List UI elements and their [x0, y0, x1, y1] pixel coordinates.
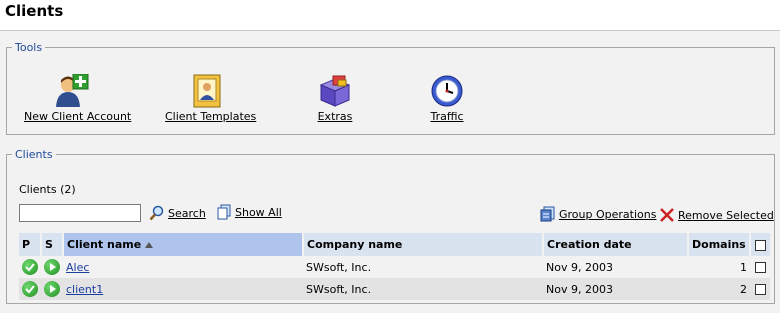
client-name-cell: Alec	[63, 256, 303, 278]
column-header-select-all	[750, 233, 770, 256]
column-header-creation-date[interactable]: Creation date	[543, 233, 689, 256]
play-icon[interactable]	[44, 259, 60, 275]
clients-table: P S Client name Company name Creation da…	[19, 233, 770, 300]
table-header-row: P S Client name Company name Creation da…	[19, 233, 770, 256]
clients-panel: Clients Clients (2) Search Show All Grou…	[6, 148, 775, 304]
new-client-account-button[interactable]: New Client Account	[24, 74, 132, 123]
problem-status-cell	[19, 278, 41, 300]
column-header-s[interactable]: S	[41, 233, 64, 256]
group-operations-label: Group Operations	[559, 207, 657, 221]
remove-selected-label: Remove Selected	[678, 208, 774, 222]
column-header-p[interactable]: P	[19, 233, 42, 256]
select-all-checkbox[interactable]	[755, 239, 766, 251]
table-row: Alec SWsoft, Inc. Nov 9, 2003 1	[19, 256, 770, 278]
problem-status-cell	[19, 256, 41, 278]
client-name-header-label: Client name	[67, 238, 142, 251]
remove-icon	[660, 208, 674, 222]
client-templates-label: Client Templates	[165, 110, 257, 123]
add-user-icon	[56, 74, 89, 107]
remove-selected-button[interactable]: Remove Selected	[659, 207, 774, 223]
company-name-cell: SWsoft, Inc.	[303, 256, 543, 278]
client-name-cell: client1	[63, 278, 303, 300]
creation-date-cell: Nov 9, 2003	[543, 278, 688, 300]
search-icon	[149, 205, 164, 221]
row-checkbox[interactable]	[754, 262, 766, 273]
row-checkbox[interactable]	[754, 284, 766, 295]
new-client-account-label: New Client Account	[24, 110, 132, 123]
check-icon	[22, 281, 38, 297]
select-cell	[750, 256, 770, 278]
company-name-cell: SWsoft, Inc.	[303, 278, 543, 300]
select-cell	[750, 278, 770, 300]
play-icon[interactable]	[44, 281, 60, 297]
tools-legend: Tools	[15, 41, 43, 54]
clients-count: Clients (2)	[19, 183, 76, 196]
domains-cell: 2	[688, 278, 750, 300]
extras-button[interactable]: Extras	[315, 74, 355, 123]
clock-icon	[431, 75, 463, 107]
client-name-link[interactable]: client1	[66, 283, 103, 296]
status-cell	[41, 278, 63, 300]
search-input[interactable]	[19, 204, 141, 222]
traffic-label: Traffic	[430, 110, 464, 123]
column-header-domains[interactable]: Domains	[688, 233, 751, 256]
show-all-label: Show All	[235, 205, 282, 219]
extras-label: Extras	[317, 110, 353, 123]
box-icon	[319, 75, 351, 107]
tools-panel: Tools New Client Account Client Template…	[6, 41, 775, 135]
column-header-company-name[interactable]: Company name	[303, 233, 544, 256]
template-icon	[193, 74, 221, 108]
group-operations-button[interactable]: Group Operations	[540, 206, 656, 222]
client-name-link[interactable]: Alec	[66, 261, 89, 274]
check-icon	[22, 259, 38, 275]
page-title: Clients	[5, 2, 64, 20]
domains-cell: 1	[688, 256, 750, 278]
show-all-icon	[217, 204, 231, 220]
status-cell	[41, 256, 63, 278]
column-header-client-name[interactable]: Client name	[63, 233, 304, 256]
page-header: Clients	[0, 0, 780, 31]
sort-ascending-icon	[145, 242, 154, 248]
search-label: Search	[168, 206, 206, 220]
search-button[interactable]: Search	[149, 205, 206, 221]
creation-date-cell: Nov 9, 2003	[543, 256, 688, 278]
traffic-button[interactable]: Traffic	[427, 74, 467, 123]
table-row: client1 SWsoft, Inc. Nov 9, 2003 2	[19, 278, 770, 300]
group-operations-icon	[540, 206, 555, 222]
client-templates-button[interactable]: Client Templates	[165, 74, 257, 123]
show-all-button[interactable]: Show All	[216, 204, 282, 220]
clients-legend: Clients	[15, 148, 53, 161]
